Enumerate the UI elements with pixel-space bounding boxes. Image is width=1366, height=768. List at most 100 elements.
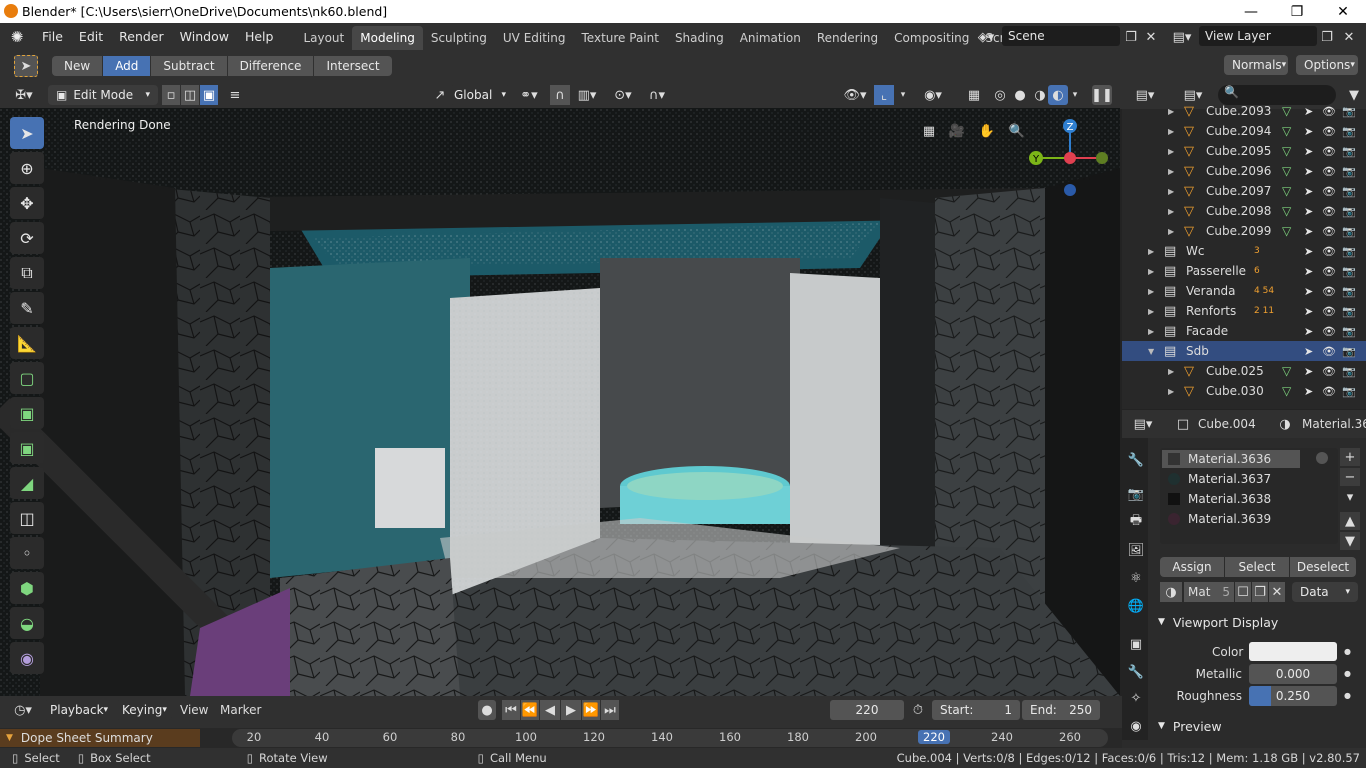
- falloff-icon[interactable]: ∩▾: [642, 85, 672, 105]
- outliner-object-row[interactable]: ▶ ▽ Cube.2093 ▽ ➤ 👁 📷: [1122, 101, 1366, 121]
- move-slot-down-icon[interactable]: ▼: [1340, 532, 1360, 550]
- view-layer-selector-icon[interactable]: ▤▾: [1168, 27, 1196, 47]
- tab-shading[interactable]: Shading: [667, 26, 732, 50]
- eye-icon[interactable]: 👁: [1322, 205, 1336, 218]
- knife-tool-icon[interactable]: ◦: [10, 537, 44, 569]
- spin-tool-icon[interactable]: ◒: [10, 607, 44, 639]
- list-item[interactable]: Material.3637: [1162, 470, 1300, 488]
- snap-target-icon[interactable]: ▥▾: [572, 85, 602, 105]
- select-pointer-icon[interactable]: ➤: [1304, 305, 1313, 318]
- view-layer-tab-icon[interactable]: 🖼: [1126, 540, 1146, 560]
- end-frame-field[interactable]: End: 250: [1022, 700, 1100, 720]
- eye-icon[interactable]: 👁: [1322, 305, 1336, 318]
- delete-view-layer-icon[interactable]: ✕: [1340, 27, 1358, 47]
- orientation-dropdown[interactable]: Global ▾: [450, 85, 510, 105]
- tool-tab-icon[interactable]: 🔧: [1126, 450, 1146, 470]
- remove-slot-icon[interactable]: −: [1340, 468, 1360, 486]
- collapse-arrow-icon[interactable]: ▶: [1168, 107, 1174, 116]
- eye-icon[interactable]: 👁: [1322, 165, 1336, 178]
- add-cube-tool-icon[interactable]: ▢: [10, 362, 44, 394]
- tab-rendering[interactable]: Rendering: [809, 26, 886, 50]
- camera-icon[interactable]: 📷: [1342, 225, 1356, 238]
- outliner-collection-row[interactable]: ▶ ▤ Veranda 4 54 ➤ 👁 📷: [1122, 281, 1366, 301]
- menu-edit[interactable]: Edit: [71, 23, 111, 50]
- blender-menu-icon[interactable]: ✺: [0, 28, 34, 46]
- play-icon[interactable]: ▶: [561, 700, 581, 720]
- outliner-object-row[interactable]: ▶ ▽ Cube.2096 ▽ ➤ 👁 📷: [1122, 161, 1366, 181]
- select-button[interactable]: Select: [1225, 557, 1289, 577]
- list-item[interactable]: Material.3636: [1162, 450, 1300, 468]
- render-tab-icon[interactable]: 📷: [1126, 484, 1146, 504]
- menu-window[interactable]: Window: [172, 23, 237, 50]
- unlink-material-icon[interactable]: ✕: [1269, 582, 1285, 602]
- mesh-data-icon[interactable]: ▽: [1282, 144, 1291, 158]
- view-layer-field[interactable]: View Layer: [1199, 26, 1317, 46]
- camera-icon[interactable]: 📷: [1342, 325, 1356, 338]
- select-pointer-icon[interactable]: ➤: [1304, 285, 1313, 298]
- select-box-tool-icon[interactable]: ➤: [10, 117, 44, 149]
- select-pointer-icon[interactable]: ➤: [1304, 205, 1313, 218]
- output-tab-icon[interactable]: 🖶: [1126, 512, 1146, 532]
- material-shading-icon[interactable]: ◑: [1030, 85, 1050, 105]
- collapse-arrow-icon[interactable]: ▶: [1168, 227, 1174, 236]
- mesh-data-icon[interactable]: ▽: [1282, 184, 1291, 198]
- pan-view-icon[interactable]: ✋: [976, 120, 998, 142]
- scene-field[interactable]: Scene: [1002, 26, 1120, 46]
- current-frame-field[interactable]: 220: [830, 700, 904, 720]
- select-pointer-icon[interactable]: ➤: [1304, 225, 1313, 238]
- outliner-object-row[interactable]: ▶ ▽ Cube.2099 ▽ ➤ 👁 📷: [1122, 221, 1366, 241]
- mode-dropdown[interactable]: ▣ Edit Mode ▾: [48, 85, 158, 105]
- gizmo-dropdown-icon[interactable]: ▾: [896, 85, 910, 105]
- mesh-data-icon[interactable]: ▽: [1282, 204, 1291, 218]
- outliner-object-row[interactable]: ▶ ▽ Cube.030 ▽ ➤ 👁 📷: [1122, 381, 1366, 401]
- scene-tab-icon[interactable]: ⚛: [1126, 568, 1146, 588]
- camera-icon[interactable]: 📷: [1342, 145, 1356, 158]
- collapse-arrow-icon[interactable]: ▶: [1148, 307, 1154, 316]
- eye-icon[interactable]: 👁: [1322, 245, 1336, 258]
- list-item[interactable]: Material.3639: [1162, 510, 1300, 528]
- marker-menu[interactable]: Marker: [220, 703, 261, 717]
- camera-icon[interactable]: 📷: [1342, 205, 1356, 218]
- collapse-arrow-icon[interactable]: ▶: [1168, 367, 1174, 376]
- select-tool-icon[interactable]: ➤: [14, 55, 38, 77]
- outliner-object-row[interactable]: ▶ ▽ Cube.2098 ▽ ➤ 👁 📷: [1122, 201, 1366, 221]
- jump-end-icon[interactable]: ⏭: [601, 700, 619, 720]
- options-dropdown[interactable]: Options ▾: [1296, 55, 1358, 75]
- eye-icon[interactable]: 👁: [1322, 365, 1336, 378]
- eye-icon[interactable]: 👁: [1322, 105, 1336, 118]
- eye-icon[interactable]: 👁: [1322, 225, 1336, 238]
- particles-tab-icon[interactable]: ✧: [1126, 688, 1146, 708]
- pause-render-icon[interactable]: ❚❚: [1091, 85, 1113, 105]
- pivot-point-icon[interactable]: ⚭▾: [514, 85, 544, 105]
- select-pointer-icon[interactable]: ➤: [1304, 145, 1313, 158]
- outliner-object-row[interactable]: ▶ ▽ Cube.025 ▽ ➤ 👁 📷: [1122, 361, 1366, 381]
- mesh-data-icon[interactable]: ▽: [1282, 224, 1291, 238]
- subtract-button[interactable]: Subtract: [151, 55, 227, 76]
- normals-dropdown[interactable]: Normals ▾: [1224, 55, 1288, 75]
- solid-shading-icon[interactable]: ●: [1010, 85, 1030, 105]
- transform-orientation-icon[interactable]: ↗: [430, 85, 450, 105]
- object-tab-icon[interactable]: ▣: [1126, 634, 1146, 654]
- proportional-edit-icon[interactable]: ⊙▾: [608, 85, 638, 105]
- add-slot-icon[interactable]: +: [1340, 448, 1360, 466]
- camera-icon[interactable]: 📷: [1342, 385, 1356, 398]
- material-datablock-field[interactable]: Mat 5: [1184, 582, 1234, 602]
- menu-render[interactable]: Render: [111, 23, 172, 50]
- eye-icon[interactable]: 👁: [1322, 125, 1336, 138]
- select-pointer-icon[interactable]: ➤: [1304, 125, 1313, 138]
- collapse-arrow-icon[interactable]: ▶: [1168, 167, 1174, 176]
- tab-layout[interactable]: Layout: [295, 26, 352, 50]
- tab-sculpting[interactable]: Sculpting: [423, 26, 495, 50]
- bevel-tool-icon[interactable]: ◢: [10, 467, 44, 499]
- camera-icon[interactable]: 📷: [1342, 105, 1356, 118]
- poly-build-tool-icon[interactable]: ⬢: [10, 572, 44, 604]
- tab-compositing[interactable]: Compositing: [886, 26, 977, 50]
- eye-icon[interactable]: 👁: [1322, 385, 1336, 398]
- eye-icon[interactable]: 👁: [1322, 345, 1336, 358]
- select-pointer-icon[interactable]: ➤: [1304, 185, 1313, 198]
- annotate-tool-icon[interactable]: ✎: [10, 292, 44, 324]
- collapse-arrow-icon[interactable]: ▶: [1148, 247, 1154, 256]
- list-scroll-dot[interactable]: [1316, 452, 1328, 464]
- camera-icon[interactable]: 📷: [1342, 345, 1356, 358]
- xray-icon[interactable]: ▦: [964, 85, 984, 105]
